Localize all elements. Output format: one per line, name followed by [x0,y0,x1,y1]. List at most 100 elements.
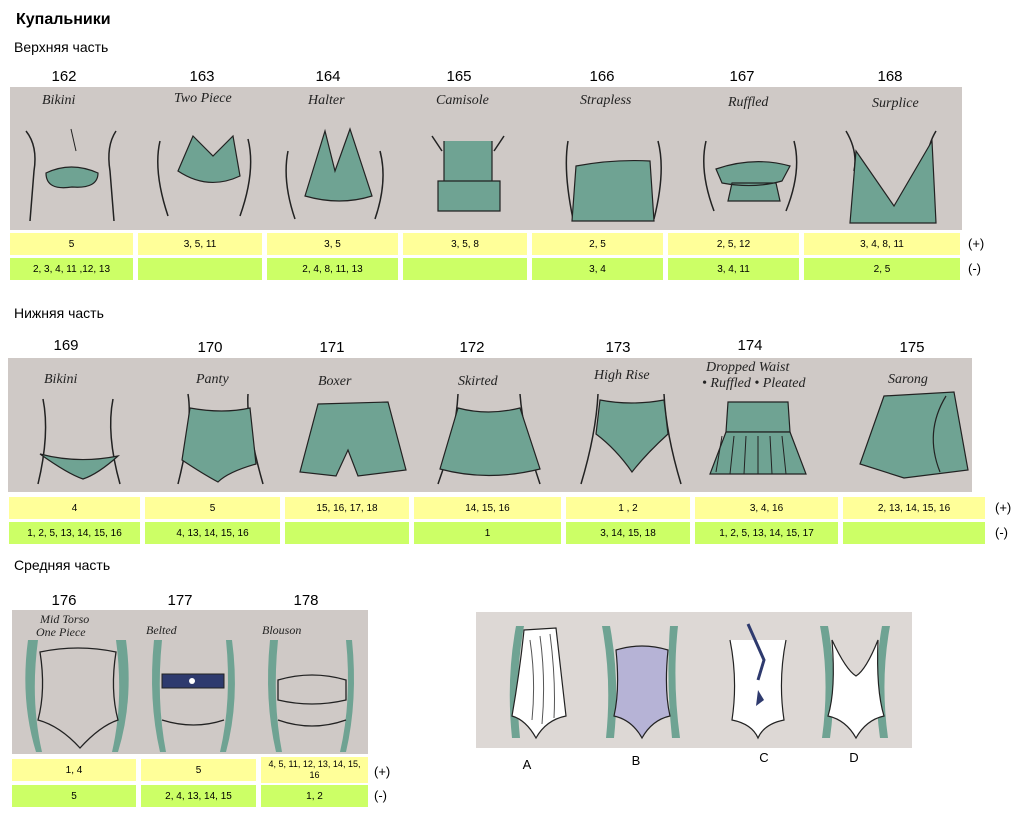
style-label-secondary: One Piece [36,625,86,639]
style-label: Boxer [318,374,352,389]
style-label: Ruffled [728,95,769,110]
minus-cell: 4, 13, 14, 15, 16 [145,522,280,544]
plus-cell: 2, 5, 12 [668,233,799,255]
style-number: 165 [446,68,472,85]
style-number: 168 [877,68,903,85]
plus-cell: 5 [10,233,133,255]
minus-cell: 2, 5 [804,258,960,280]
style-number: 172 [459,339,485,356]
style-number: 163 [189,68,215,85]
high-rise-bottom-drawing [576,393,686,494]
plus-cell: 5 [141,759,256,781]
plus-cell: 4, 5, 11, 12, 13, 14, 15, 16 [261,757,368,783]
minus-cell: 1 [414,522,561,544]
example-letter: D [849,750,859,765]
plus-cell: 2, 13, 14, 15, 16 [843,497,985,519]
style-label: Bikini [42,93,76,108]
example-letter: B [631,753,641,768]
style-number: 174 [737,337,763,354]
minus-cell: 1, 2 [261,785,368,807]
examples-panel [476,612,912,748]
plus-cell: 3, 4, 16 [695,497,838,519]
illustration-panel: Bikini Panty Boxer Skirted High Rise Dro… [8,358,972,492]
example-c-drawing [708,620,808,750]
minus-cell: 2, 3, 4, 11 ,12, 13 [10,258,133,280]
style-label: Dropped Waist [706,360,790,375]
example-letter: C [759,750,769,765]
plus-cell: 3, 5 [267,233,398,255]
plus-cell: 4 [9,497,140,519]
plus-sign-label: (+) [374,764,391,779]
style-number: 177 [167,592,193,609]
style-number: 171 [319,339,345,356]
panty-bottom-drawing [168,393,268,494]
two-piece-top-drawing [148,111,258,231]
plus-cell: 3, 4, 8, 11 [804,233,960,255]
plus-cell: 5 [145,497,280,519]
sarong-bottom-drawing [854,391,974,492]
plus-cell: 1, 4 [12,759,136,781]
minus-sign-label: (-) [995,525,1008,540]
section-heading: Верхняя часть [14,39,109,55]
mid-torso-one-piece-drawing [20,640,135,757]
minus-cell: 5 [12,785,136,807]
halter-top-drawing [280,111,390,231]
minus-cell: 2, 4, 8, 11, 13 [267,258,398,280]
belted-one-piece-drawing [146,640,241,757]
blouson-one-piece-drawing [262,640,362,757]
page-title: Купальники [16,11,111,28]
minus-cell: 3, 4, 11 [668,258,799,280]
example-letter: A [522,757,532,772]
minus-sign-label: (-) [374,788,387,803]
style-label: Two Piece [174,91,232,106]
plus-cell: 1 , 2 [566,497,690,519]
style-number: 169 [53,337,79,354]
style-number: 178 [293,592,319,609]
style-number: 176 [51,592,77,609]
section-heading: Нижняя часть [14,305,104,321]
plus-cell: 3, 5, 11 [138,233,262,255]
example-a-drawing [486,620,586,750]
bikini-bottom-drawing [28,394,128,494]
minus-cell [138,258,262,280]
style-number: 162 [51,68,77,85]
boxer-bottom-drawing [298,390,408,490]
bikini-top-drawing [16,111,126,231]
minus-sign-label: (-) [968,261,981,276]
style-number: 166 [589,68,615,85]
style-label: High Rise [594,368,650,383]
minus-cell: 2, 4, 13, 14, 15 [141,785,256,807]
plus-sign-label: (+) [968,236,985,251]
dropped-waist-bottom-drawing [698,401,818,497]
plus-cell: 2, 5 [532,233,663,255]
style-label: Skirted [458,374,498,389]
strapless-top-drawing [558,111,668,231]
plus-sign-label: (+) [995,500,1012,515]
style-number: 173 [605,339,631,356]
style-number: 175 [899,339,925,356]
plus-cell: 14, 15, 16 [414,497,561,519]
style-label: Sarong [888,372,928,387]
style-label: Panty [196,372,229,387]
illustration-panel: Mid Torso One Piece Belted Blouson [12,610,368,754]
ruffled-top-drawing [694,111,804,231]
surplice-top-drawing [836,111,946,231]
style-label: Surplice [872,96,919,111]
camisole-top-drawing [412,111,522,231]
minus-cell: 1, 2, 5, 13, 14, 15, 17 [695,522,838,544]
plus-cell: 15, 16, 17, 18 [285,497,409,519]
minus-cell [843,522,985,544]
example-b-drawing [592,620,692,750]
style-label-secondary: • Ruffled • Pleated [702,376,806,391]
style-label: Strapless [580,93,632,108]
minus-cell [285,522,409,544]
illustration-panel: Bikini Two Piece Halter Camisole Straple… [10,87,962,230]
style-label: Camisole [436,93,489,108]
style-label: Halter [308,93,345,108]
skirted-bottom-drawing [428,393,548,494]
minus-cell: 3, 14, 15, 18 [566,522,690,544]
style-label: Blouson [262,623,302,637]
style-label: Belted [146,623,177,637]
minus-cell: 3, 4 [532,258,663,280]
plus-cell: 3, 5, 8 [403,233,527,255]
